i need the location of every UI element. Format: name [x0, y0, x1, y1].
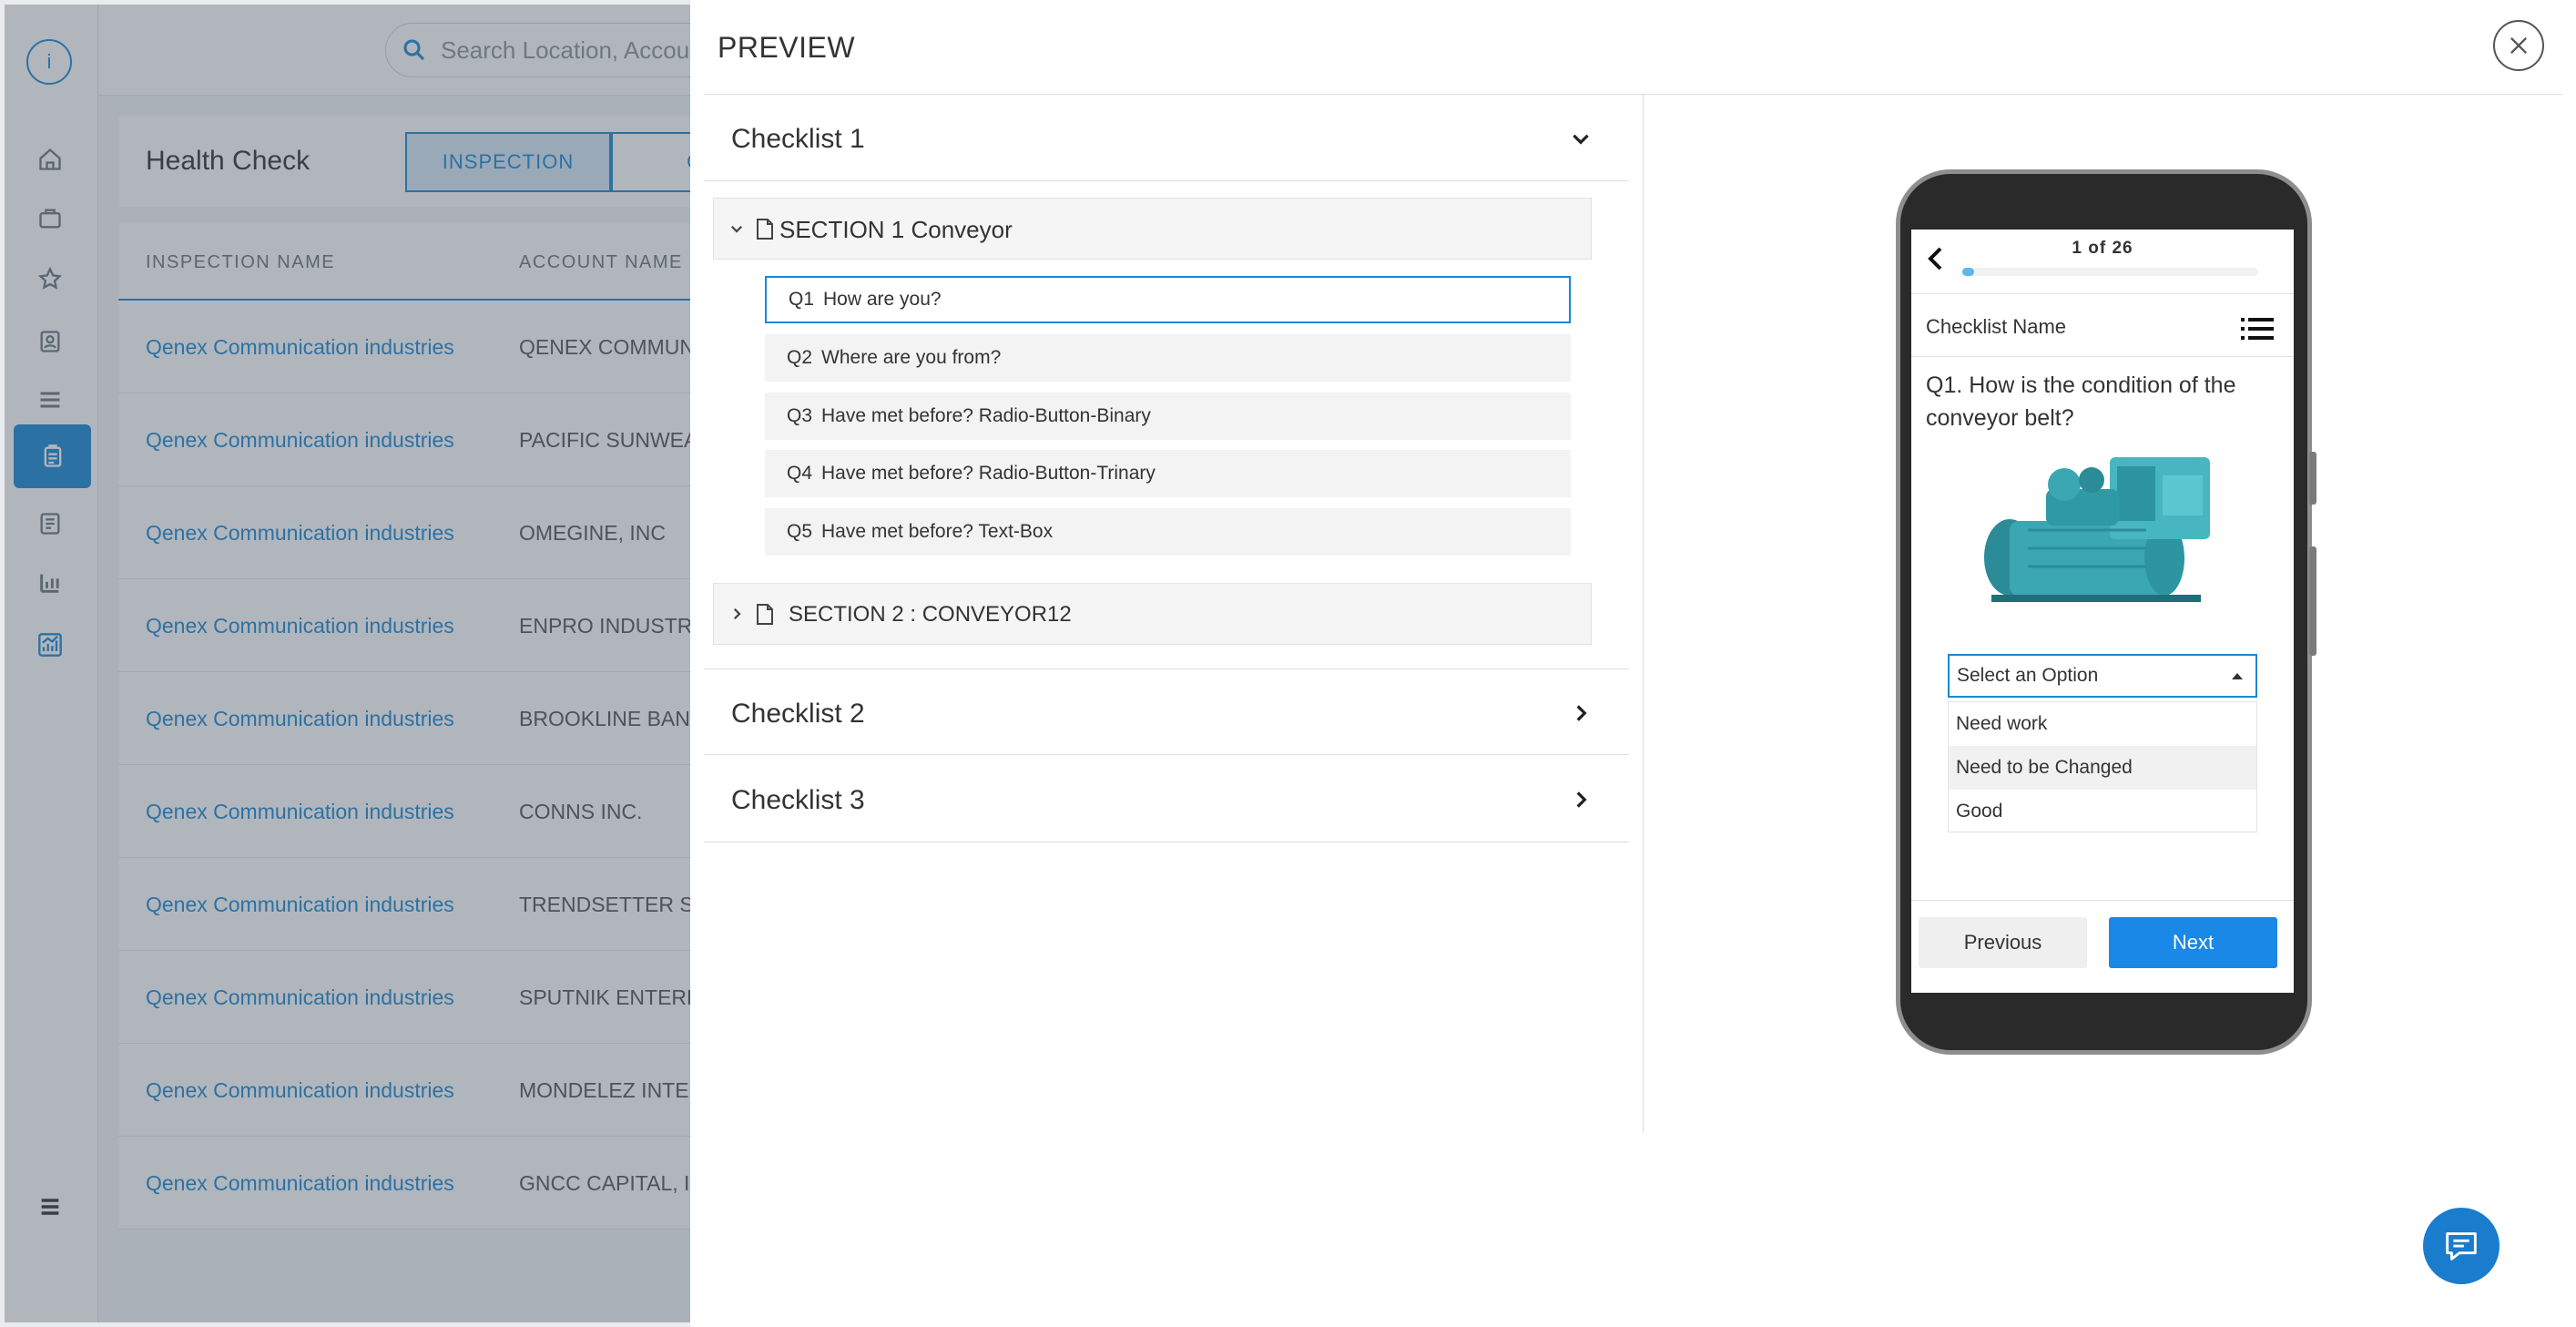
- close-button[interactable]: [2493, 20, 2544, 71]
- chat-icon: [2446, 1232, 2477, 1261]
- preview-panel: PREVIEW Checklist 1 SECTION 1 Conveyor Q…: [690, 0, 2576, 1327]
- checklist-label: Checklist 1: [731, 124, 865, 154]
- divider: [1911, 900, 2294, 901]
- section-1-header[interactable]: SECTION 1 Conveyor: [713, 198, 1592, 260]
- option-item[interactable]: Need to be Changed: [1949, 746, 2256, 790]
- machine-image: [1984, 457, 2210, 602]
- chevron-right-icon: [1576, 705, 1587, 721]
- question-text: Where are you from?: [821, 347, 1002, 368]
- phone-screen: 1 of 26 Checklist Name Q1. How is the co…: [1911, 230, 2294, 993]
- section-2-header[interactable]: SECTION 2 : CONVEYOR12: [713, 583, 1592, 645]
- question-text: Have met before? Text-Box: [821, 521, 1054, 542]
- section-label: SECTION 2 : CONVEYOR12: [789, 602, 1072, 627]
- option-dropdown: Need work Need to be Changed Good: [1948, 701, 2257, 832]
- chevron-down-icon: [730, 225, 743, 233]
- preview-title: PREVIEW: [718, 31, 856, 64]
- checklist-2-header[interactable]: Checklist 2: [704, 669, 1629, 755]
- document-icon: [757, 219, 773, 240]
- question-item[interactable]: Q3 Have met before? Radio-Button-Binary: [765, 393, 1571, 440]
- question-counter: 1 of 26: [2072, 239, 2133, 258]
- chevron-right-icon: [1576, 791, 1587, 808]
- question-item[interactable]: Q5 Have met before? Text-Box: [765, 508, 1571, 556]
- divider: [1643, 95, 1644, 1133]
- checklist-label: Checklist 3: [731, 785, 865, 815]
- chat-button[interactable]: [2423, 1208, 2500, 1284]
- divider: [1911, 293, 2294, 294]
- list-menu-icon[interactable]: [2241, 317, 2274, 341]
- option-item[interactable]: Good: [1949, 790, 2256, 833]
- question-text: Have met before? Radio-Button-Binary: [821, 405, 1151, 426]
- caret-up-icon: [2232, 673, 2243, 679]
- progress-bar: [1962, 268, 2258, 276]
- phone-side-button: [2309, 546, 2316, 656]
- question-number: Q3: [787, 405, 813, 426]
- phone-side-button: [2309, 452, 2316, 505]
- progress-fill: [1962, 268, 1974, 276]
- question-number: Q1: [789, 289, 815, 310]
- question-number: Q4: [787, 463, 813, 484]
- checklist-1-header[interactable]: Checklist 1: [704, 95, 1629, 181]
- question-item[interactable]: Q1 How are you?: [765, 276, 1571, 323]
- chevron-right-icon: [733, 607, 741, 620]
- chevron-down-icon: [1573, 134, 1589, 145]
- document-icon: [757, 604, 773, 625]
- select-value: Select an Option: [1957, 665, 2099, 686]
- option-select[interactable]: Select an Option: [1948, 654, 2257, 698]
- question-number: Q5: [787, 521, 813, 542]
- question-number: Q2: [787, 347, 813, 368]
- checklist-3-header[interactable]: Checklist 3: [704, 756, 1629, 842]
- question-item[interactable]: Q2 Where are you from?: [765, 334, 1571, 382]
- option-item[interactable]: Need work: [1949, 702, 2256, 746]
- previous-button[interactable]: Previous: [1919, 917, 2087, 968]
- question-text: How are you?: [823, 289, 942, 310]
- checklist-label: Checklist 2: [731, 699, 865, 729]
- next-button[interactable]: Next: [2109, 917, 2277, 968]
- checklist-name: Checklist Name: [1926, 315, 2067, 338]
- question-text: Q1. How is the condition of the conveyor…: [1926, 373, 2236, 431]
- divider: [1911, 356, 2294, 357]
- section-label: SECTION 1 Conveyor: [779, 216, 1013, 243]
- close-icon: [2510, 37, 2527, 54]
- question-text: Have met before? Radio-Button-Trinary: [821, 463, 1156, 484]
- question-item[interactable]: Q4 Have met before? Radio-Button-Trinary: [765, 450, 1571, 497]
